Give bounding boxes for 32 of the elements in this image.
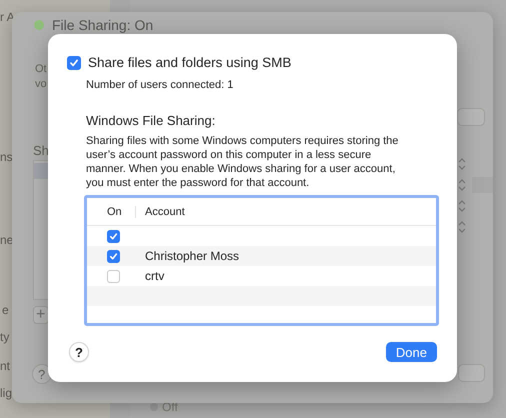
done-button[interactable]: Done xyxy=(386,342,437,362)
sidebar-item[interactable]: nt xyxy=(0,359,10,373)
smb-checkbox[interactable] xyxy=(67,56,81,70)
smb-label: Share files and folders using SMB xyxy=(88,55,292,70)
stepper-icon[interactable] xyxy=(458,221,466,233)
options-button[interactable] xyxy=(457,108,485,126)
description-text: Ot xyxy=(35,62,48,77)
account-name: crtv xyxy=(145,269,164,283)
column-header[interactable]: Account xyxy=(136,206,185,218)
sheet-button[interactable] xyxy=(458,364,485,382)
stepper-icon[interactable] xyxy=(458,158,466,170)
stepper-icon[interactable] xyxy=(458,200,466,212)
status-title: File Sharing: On xyxy=(52,16,154,34)
account-name: Christopher Moss xyxy=(145,249,240,263)
sidebar-item[interactable]: ne xyxy=(0,233,14,247)
sidebar-item[interactable]: ty xyxy=(0,330,10,344)
radio-button[interactable] xyxy=(150,403,158,411)
help-button[interactable]: ? xyxy=(69,342,89,362)
account-checkbox[interactable] xyxy=(107,270,120,282)
section-title: Windows File Sharing: xyxy=(86,113,216,128)
list-label: Sh xyxy=(33,143,49,158)
sidebar-item[interactable]: e xyxy=(2,303,9,317)
column-header[interactable]: On xyxy=(87,206,136,218)
description-text: Sharing files with some Windows computers requires storing the user’s account password on this computer in a less secure manner. When you enable Windows sharing for a user account, you must enter the password for that account. xyxy=(86,134,400,190)
sidebar-item[interactable]: ns xyxy=(0,150,13,164)
account-checkbox[interactable] xyxy=(107,230,120,242)
account-checkbox[interactable] xyxy=(107,250,120,262)
sidebar-item[interactable]: lig xyxy=(0,386,12,400)
description-text: vo xyxy=(35,77,48,92)
stepper-icon[interactable] xyxy=(458,179,466,191)
add-button[interactable]: + xyxy=(33,306,49,324)
users-connected-text: Number of users connected: 1 xyxy=(86,79,234,91)
